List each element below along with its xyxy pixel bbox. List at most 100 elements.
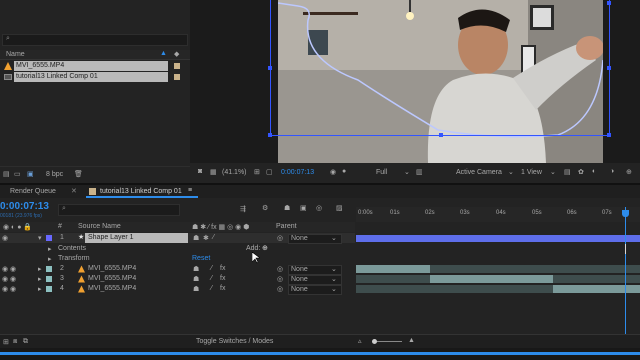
zoom-dropdown[interactable]: (41.1%) [222, 169, 247, 176]
resolution-dropdown[interactable]: Full [376, 169, 387, 176]
chevron-right-icon[interactable]: ▸ [38, 275, 42, 283]
layer-name-field[interactable]: Shape Layer 1 [85, 233, 188, 243]
pickwhip-icon[interactable]: ◎ [277, 285, 283, 293]
always-preview-icon[interactable]: ▦ [210, 168, 217, 176]
parent-dropdown[interactable]: None ⌄ [288, 285, 342, 295]
draft-3d-icon[interactable]: ⚙ [262, 204, 268, 212]
reset-link[interactable]: Reset [192, 255, 210, 262]
shy-icon[interactable]: ☗ [193, 234, 199, 242]
fx-icon[interactable]: fx [220, 285, 225, 292]
frame-blending-icon[interactable]: ▣ [300, 204, 307, 212]
pickwhip-icon[interactable]: ◎ [277, 234, 283, 242]
toggle-pixel-icon[interactable]: ▤ [564, 168, 571, 176]
timeline-search-input[interactable]: ⌕ [58, 204, 180, 216]
timeline-scrollbar[interactable] [0, 348, 640, 360]
project-item-footage[interactable]: MVI_6555.MP4 [0, 61, 190, 71]
close-icon[interactable]: ✕ [71, 187, 77, 195]
chevron-right-icon[interactable]: ▸ [38, 265, 42, 273]
exposure-icon[interactable]: ◑ [610, 168, 614, 175]
quality-icon[interactable]: ⁄ [211, 275, 212, 282]
exposure-value-icon[interactable]: ⊕ [626, 168, 632, 176]
snapshot-icon[interactable]: ◙ [198, 168, 202, 175]
sort-arrow-icon[interactable]: ▲ [160, 50, 167, 57]
layer-3-bar[interactable] [430, 275, 553, 283]
fx-icon[interactable]: fx [220, 265, 225, 272]
tag-column-icon[interactable]: ◆ [174, 50, 179, 58]
current-time-display[interactable]: 0:00:07:13 [0, 201, 49, 212]
viewer-timecode[interactable]: 0:00:07:13 [281, 169, 314, 176]
interpret-footage-icon[interactable]: ▤ [3, 170, 10, 178]
comp-mini-flowchart-icon[interactable]: ⇶ [240, 205, 246, 213]
quality-icon[interactable]: ⁄ [213, 234, 214, 241]
toggle-switches-modes[interactable]: Toggle Switches / Modes [196, 338, 273, 345]
layer-row-footage[interactable]: ◉ ◉ ▸ 4 MVI_6555.MP4 ☗ ⁄ fx ◎ None ⌄ [0, 284, 355, 295]
eye-icon[interactable]: ◉ ◉ [2, 275, 16, 283]
playhead-handle[interactable] [622, 210, 629, 217]
time-ruler[interactable]: 0:00s 01s 02s 03s 04s 05s 06s 07s [356, 207, 640, 222]
eye-icon[interactable]: ◉ [2, 234, 8, 242]
quality-icon[interactable]: ⁄ [211, 265, 212, 272]
shy-icon[interactable]: ☗ [193, 265, 199, 273]
layer-color-swatch[interactable] [46, 276, 52, 282]
layer-row-shape[interactable]: ◉ ▾ 1 ★ Shape Layer 1 ☗ ✱ ⁄ ◎ None ⌄ [0, 233, 355, 244]
zoom-out-icon[interactable]: ▵ [358, 337, 362, 345]
pickwhip-icon[interactable]: ◎ [277, 265, 283, 273]
layer-color-swatch[interactable] [46, 235, 52, 241]
eye-icon[interactable]: ◉ ◉ [2, 285, 16, 293]
chevron-down-icon[interactable]: ⌄ [404, 168, 410, 176]
chevron-down-icon[interactable]: ⌄ [508, 168, 514, 176]
tab-comp[interactable]: tutorial13 Linked Comp 01 [100, 188, 182, 195]
chevron-right-icon[interactable]: ▸ [38, 285, 42, 293]
bbox-handle[interactable] [607, 66, 611, 70]
comp-flowchart-icon[interactable]: ⊞ [3, 338, 9, 346]
layer-row-footage[interactable]: ◉ ◉ ▸ 2 MVI_6555.MP4 ☗ ⁄ fx ◎ None ⌄ [0, 264, 355, 275]
parent-column[interactable]: Parent [276, 223, 297, 230]
layer-2-bar[interactable] [356, 265, 430, 273]
shape-layer-bar[interactable] [356, 235, 640, 242]
exposure-icon[interactable]: ◐ [592, 168, 596, 175]
layer-color-swatch[interactable] [46, 266, 52, 272]
playhead[interactable] [625, 207, 626, 335]
graph-editor-icon[interactable]: ▨ [336, 204, 343, 212]
shy-icon[interactable]: ☗ [193, 285, 199, 293]
layer-color-swatch[interactable] [46, 286, 52, 292]
grid-icon[interactable]: ⊞ [254, 168, 260, 176]
project-search-input[interactable]: ⌕ [2, 34, 188, 46]
shy-layers-icon[interactable]: ☗ [284, 204, 290, 212]
add-icon[interactable]: ⊕ [262, 244, 268, 252]
layer-4-bar[interactable] [553, 285, 640, 293]
transparency-grid-icon[interactable]: ▥ [416, 168, 423, 176]
delete-icon[interactable]: 🗑 [74, 170, 83, 178]
source-name-column[interactable]: Source Name [78, 223, 121, 230]
new-comp-icon[interactable]: ▣ [27, 170, 34, 178]
reset-exposure-icon[interactable]: ✿ [578, 168, 584, 176]
bpc-label[interactable]: 8 bpc [46, 171, 63, 178]
zoom-slider-thumb[interactable] [372, 339, 377, 344]
chevron-right-icon[interactable]: ▸ [48, 245, 52, 253]
parent-dropdown[interactable]: None ⌄ [288, 234, 342, 244]
view-layout-dropdown[interactable]: 1 View [521, 169, 542, 176]
bbox-handle[interactable] [268, 66, 272, 70]
project-item-comp[interactable]: tutorial13 Linked Comp 01 [0, 72, 190, 82]
layer-name[interactable]: MVI_6555.MP4 [88, 275, 136, 282]
camera-icon[interactable]: ◉ [330, 168, 336, 176]
chevron-down-icon[interactable]: ▾ [38, 234, 42, 242]
bbox-handle[interactable] [607, 133, 611, 137]
transform-group[interactable]: ▸ Transform Reset [0, 254, 355, 264]
collapse-icon[interactable]: ✱ [203, 234, 209, 242]
label-color-swatch[interactable] [174, 74, 180, 80]
shy-icon[interactable]: ☗ [193, 275, 199, 283]
tab-menu-icon[interactable]: ≡ [188, 187, 192, 194]
zoom-in-icon[interactable]: ▲ [408, 337, 415, 344]
region-icon[interactable]: ▢ [266, 168, 273, 176]
layer-row-footage[interactable]: ◉ ◉ ▸ 3 MVI_6555.MP4 ☗ ⁄ fx ◎ None ⌄ [0, 274, 355, 285]
expand-modes-icon[interactable]: ⧉ [23, 338, 28, 346]
eye-icon[interactable]: ◉ ◉ [2, 265, 16, 273]
work-area-bar[interactable] [0, 352, 640, 355]
chevron-down-icon[interactable]: ⌄ [550, 168, 556, 176]
new-folder-icon[interactable]: ▭ [14, 170, 21, 178]
layer-bounding-box[interactable] [270, 0, 610, 136]
layer-name[interactable]: MVI_6555.MP4 [88, 265, 136, 272]
pickwhip-icon[interactable]: ◎ [277, 275, 283, 283]
expand-switches-icon[interactable]: ⧈ [13, 338, 17, 346]
